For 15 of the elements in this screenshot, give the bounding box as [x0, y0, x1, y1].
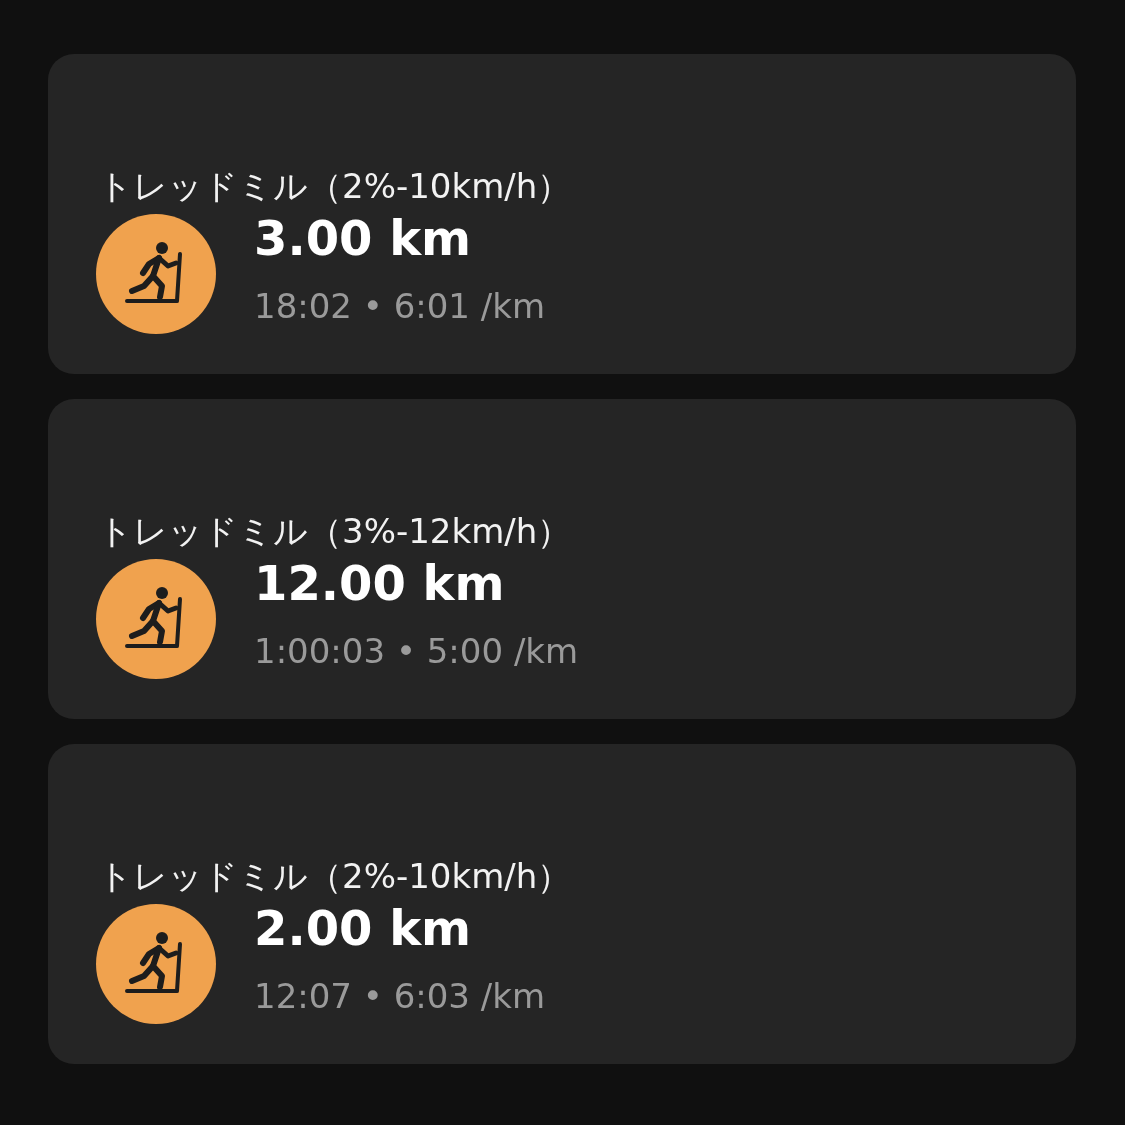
workout-title: トレッドミル（3%-12km/h）	[98, 511, 572, 551]
workout-title: トレッドミル（2%-10km/h）	[98, 166, 572, 206]
distance: 3.00 km	[254, 209, 473, 268]
treadmill-runner-icon	[96, 904, 216, 1024]
workout-title: トレッドミル（2%-10km/h）	[98, 856, 572, 896]
distance: 12.00 km	[254, 554, 506, 613]
distance: 2.00 km	[254, 899, 473, 958]
workout-card[interactable]: トレッドミル（2%-10km/h） 2.00 km 12:07 • 6:03 /km	[48, 744, 1076, 1064]
time-and-pace: 1:00:03 • 5:00 /km	[254, 631, 579, 671]
treadmill-runner-icon	[96, 559, 216, 679]
workout-card[interactable]: トレッドミル（3%-12km/h） 12.00 km 1:00:03 • 5:00 /km	[48, 399, 1076, 719]
treadmill-runner-icon	[96, 214, 216, 334]
time-and-pace: 18:02 • 6:01 /km	[254, 286, 546, 326]
workout-card[interactable]: トレッドミル（2%-10km/h） 3.00 km 18:02 • 6:01 /km	[48, 54, 1076, 374]
time-and-pace: 12:07 • 6:03 /km	[254, 976, 546, 1016]
